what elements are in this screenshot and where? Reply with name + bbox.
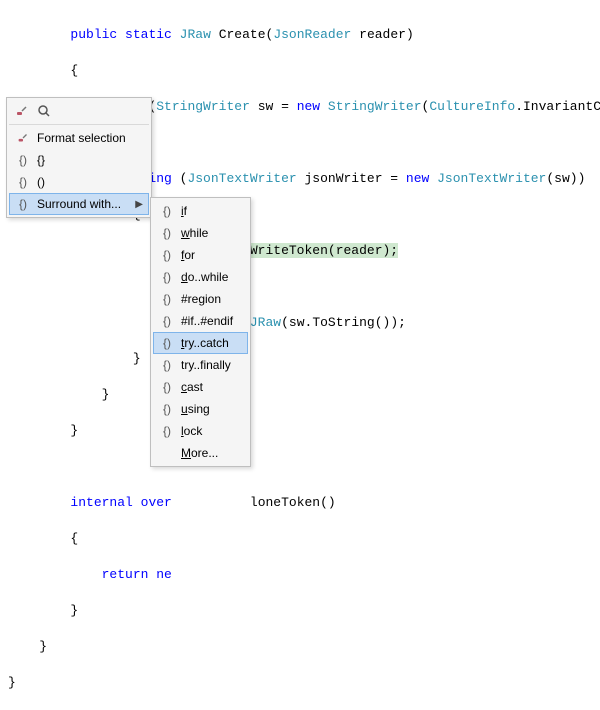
- braces-icon: {​): [159, 313, 175, 329]
- code-line: return new JRaw(sw.ToString());: [8, 314, 600, 332]
- braces-icon: {​): [159, 247, 175, 263]
- surround-lock-item[interactable]: {​) lock: [153, 420, 248, 442]
- chevron-right-icon: ▶: [135, 199, 143, 210]
- surround-tryfinally-item[interactable]: {​) try..finally: [153, 354, 248, 376]
- braces-icon: {​): [159, 225, 175, 241]
- surround-while-item[interactable]: {​) while: [153, 222, 248, 244]
- surround-cast-item[interactable]: {​) cast: [153, 376, 248, 398]
- braces-icon: {​): [159, 423, 175, 439]
- braces-icon: {​): [159, 335, 175, 351]
- menu-label: cast: [181, 380, 242, 394]
- menu-label: More...: [181, 446, 242, 460]
- menu-label: (): [37, 175, 143, 189]
- surround-trycatch-item[interactable]: {​) try..catch: [153, 332, 248, 354]
- format-selection-item[interactable]: Format selection: [9, 127, 149, 149]
- code-line: }: [8, 674, 600, 692]
- refactor-menu: Format selection {​) {} {​) () {​) Surro…: [6, 97, 152, 218]
- surround-using-item[interactable]: {​) using: [153, 398, 248, 420]
- code-line: {: [8, 62, 600, 80]
- menu-toolbar: [9, 100, 149, 125]
- menu-label: if: [181, 204, 242, 218]
- menu-label: {}: [37, 153, 143, 167]
- code-line: }: [8, 350, 600, 368]
- code-line: }: [8, 422, 600, 440]
- menu-label: Surround with...: [37, 197, 129, 211]
- code-line: internal over loneToken(): [8, 494, 600, 512]
- menu-label: #if..#endif: [181, 314, 242, 328]
- menu-label: lock: [181, 424, 242, 438]
- surround-more-item[interactable]: More...: [153, 442, 248, 464]
- menu-label: #region: [181, 292, 242, 306]
- surround-region-item[interactable]: {​) #region: [153, 288, 248, 310]
- brush-icon: [15, 130, 31, 146]
- braces-icon: {​): [159, 401, 175, 417]
- brush-icon[interactable]: [13, 102, 31, 120]
- braces-icon: {​): [15, 196, 31, 212]
- surround-dowhile-item[interactable]: {​) do..while: [153, 266, 248, 288]
- braces-icon: {​): [15, 174, 31, 190]
- blank-icon: [159, 445, 175, 461]
- code-line: public static JRaw Create(JsonReader rea…: [8, 26, 600, 44]
- find-icon[interactable]: [35, 102, 53, 120]
- menu-label: for: [181, 248, 242, 262]
- code-line: }: [8, 638, 600, 656]
- code-line: }: [8, 602, 600, 620]
- surround-ifendif-item[interactable]: {​) #if..#endif: [153, 310, 248, 332]
- code-line: {: [8, 530, 600, 548]
- braces-icon: {​): [159, 269, 175, 285]
- code-line: jsonWriter.WriteToken(reader);: [8, 242, 600, 260]
- menu-label: try..catch: [181, 336, 242, 350]
- braces-icon: {​): [159, 357, 175, 373]
- menu-label: while: [181, 226, 242, 240]
- code-line: [8, 278, 600, 296]
- surround-parens-item[interactable]: {​) (): [9, 171, 149, 193]
- surround-with-item[interactable]: {​) Surround with... ▶: [9, 193, 149, 215]
- code-line: }: [8, 386, 600, 404]
- braces-icon: {​): [159, 291, 175, 307]
- menu-label: try..finally: [181, 358, 242, 372]
- code-line: [8, 458, 600, 476]
- menu-label: Format selection: [37, 131, 143, 145]
- surround-for-item[interactable]: {​) for: [153, 244, 248, 266]
- braces-icon: {​): [159, 379, 175, 395]
- code-line: return ne: [8, 566, 600, 584]
- braces-icon: {​): [15, 152, 31, 168]
- menu-label: do..while: [181, 270, 242, 284]
- menu-label: using: [181, 402, 242, 416]
- surround-with-submenu: {​) if {​) while {​) for {​) do..while {​) #regio…: [150, 197, 251, 467]
- braces-icon: {​): [159, 203, 175, 219]
- surround-braces-item[interactable]: {​) {}: [9, 149, 149, 171]
- surround-if-item[interactable]: {​) if: [153, 200, 248, 222]
